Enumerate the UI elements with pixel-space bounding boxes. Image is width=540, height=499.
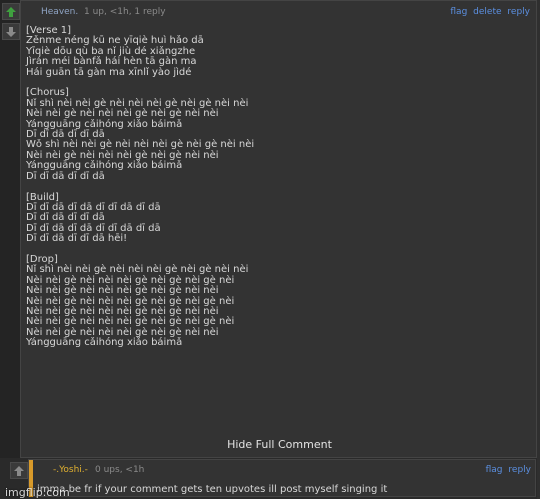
comment-body: Heaven. 1 up, <1h, 1 reply flag delete r… (20, 0, 537, 458)
up-arrow-icon (6, 6, 16, 17)
comment-line: Dī dī dā dī dī dā (26, 170, 105, 182)
comment-line (26, 182, 531, 192)
reply-meta: 0 ups, <1h (95, 465, 145, 475)
comment-author[interactable]: Heaven. (41, 7, 78, 17)
reply-comment: -.Yoshi.- 0 ups, <1h flag reply imma be … (0, 458, 540, 499)
comment-line: Nèi nèi gè nèi nèi nèi gè nèi gè nèi nèi (26, 285, 219, 297)
up-arrow-icon (14, 465, 24, 476)
reply-actions: flag reply (483, 465, 531, 475)
comment-line: Dī dī dā dī dī dā hēi! (26, 233, 128, 245)
comment-line (26, 245, 531, 255)
watermark: imgflip.com (5, 486, 70, 499)
comment-actions: flag delete reply (447, 7, 530, 17)
comment: Heaven. 1 up, <1h, 1 reply flag delete r… (0, 0, 540, 458)
down-arrow-icon (6, 26, 16, 37)
upvote-button[interactable] (2, 3, 20, 20)
delete-link[interactable]: delete (473, 7, 501, 17)
flag-link[interactable]: flag (450, 7, 467, 17)
downvote-button[interactable] (2, 23, 20, 40)
comment-header: Heaven. 1 up, <1h, 1 reply flag delete r… (21, 1, 536, 25)
comment-text: [Verse 1] Zěnme néng kū ne yīqiè huì hǎo … (26, 25, 531, 349)
comment-line: Hái guān tā gàn ma xīnlǐ yào jìdé (26, 66, 192, 78)
reply-upvote-button[interactable] (10, 462, 28, 479)
reply-body: -.Yoshi.- 0 ups, <1h flag reply imma be … (28, 459, 536, 497)
vote-column (0, 0, 22, 40)
comment-line: Yángguāng cǎihóng xiǎo báimǎ (26, 337, 183, 349)
reply-flag-link[interactable]: flag (486, 465, 503, 475)
comment-line (26, 78, 531, 88)
hide-full-comment-button[interactable]: Hide Full Comment (21, 438, 538, 451)
reply-author[interactable]: -.Yoshi.- (53, 465, 88, 475)
reply-link[interactable]: reply (507, 7, 530, 17)
comment-meta: 1 up, <1h, 1 reply (84, 7, 166, 17)
reply-text: imma be fr if your comment gets ten upvo… (37, 484, 388, 495)
reply-reply-link[interactable]: reply (508, 465, 531, 475)
